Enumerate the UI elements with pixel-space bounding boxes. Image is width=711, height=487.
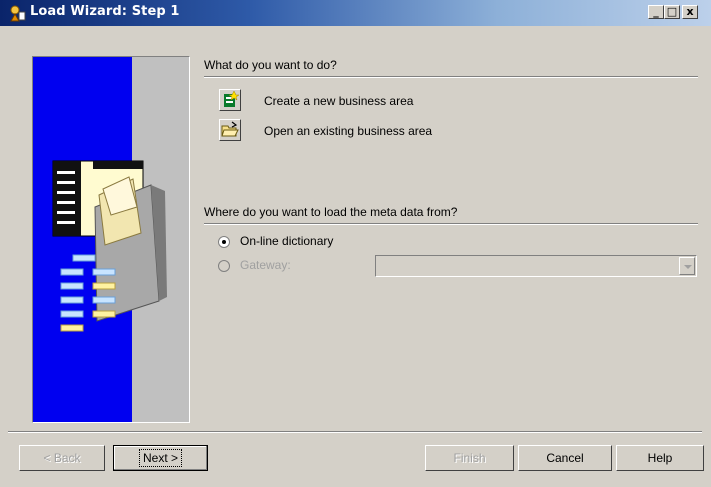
next-button-label: Next > [138, 449, 183, 467]
button-bar-separator [8, 431, 702, 433]
minimize-icon: _ [653, 5, 659, 18]
online-dictionary-radio[interactable] [218, 236, 230, 248]
back-button-label: < Back [43, 451, 81, 465]
close-button[interactable]: x [682, 5, 698, 19]
help-button-label: Help [647, 451, 673, 465]
minimize-button[interactable]: _ [648, 5, 664, 19]
load-wizard-window: Load Wizard: Step 1 _ □ x What do you wa… [0, 0, 711, 487]
source-question: Where do you want to load the meta data … [204, 205, 458, 219]
close-icon: x [686, 5, 694, 18]
cancel-button[interactable]: Cancel [518, 445, 612, 471]
window-title: Load Wizard: Step 1 [30, 4, 180, 19]
database-folder-icon [52, 160, 167, 332]
open-business-area-button[interactable] [219, 119, 241, 141]
online-dictionary-label[interactable]: On-line dictionary [240, 234, 333, 248]
help-button[interactable]: Help [616, 445, 704, 471]
source-separator [204, 223, 698, 225]
title-bar[interactable]: Load Wizard: Step 1 _ □ x [0, 0, 711, 26]
open-business-area-label[interactable]: Open an existing business area [264, 124, 432, 138]
cancel-button-label: Cancel [546, 451, 584, 465]
create-business-area-button[interactable] [219, 89, 241, 111]
open-folder-icon [221, 121, 239, 137]
action-question: What do you want to do? [204, 58, 337, 72]
action-separator [204, 76, 698, 78]
chevron-down-icon[interactable] [679, 257, 695, 275]
gateway-label[interactable]: Gateway: [240, 258, 291, 272]
new-business-area-icon [224, 90, 240, 107]
wizard-app-icon [8, 4, 26, 22]
next-button[interactable]: Next > [113, 445, 208, 471]
gateway-dropdown[interactable] [375, 255, 697, 277]
maximize-icon: □ [666, 5, 678, 18]
finish-button[interactable]: Finish [425, 445, 514, 471]
maximize-button[interactable]: □ [664, 5, 680, 19]
gateway-radio[interactable] [218, 260, 230, 272]
create-business-area-label[interactable]: Create a new business area [264, 94, 413, 108]
back-button[interactable]: < Back [19, 445, 105, 471]
wizard-illustration [32, 56, 190, 423]
finish-button-label: Finish [453, 451, 486, 465]
